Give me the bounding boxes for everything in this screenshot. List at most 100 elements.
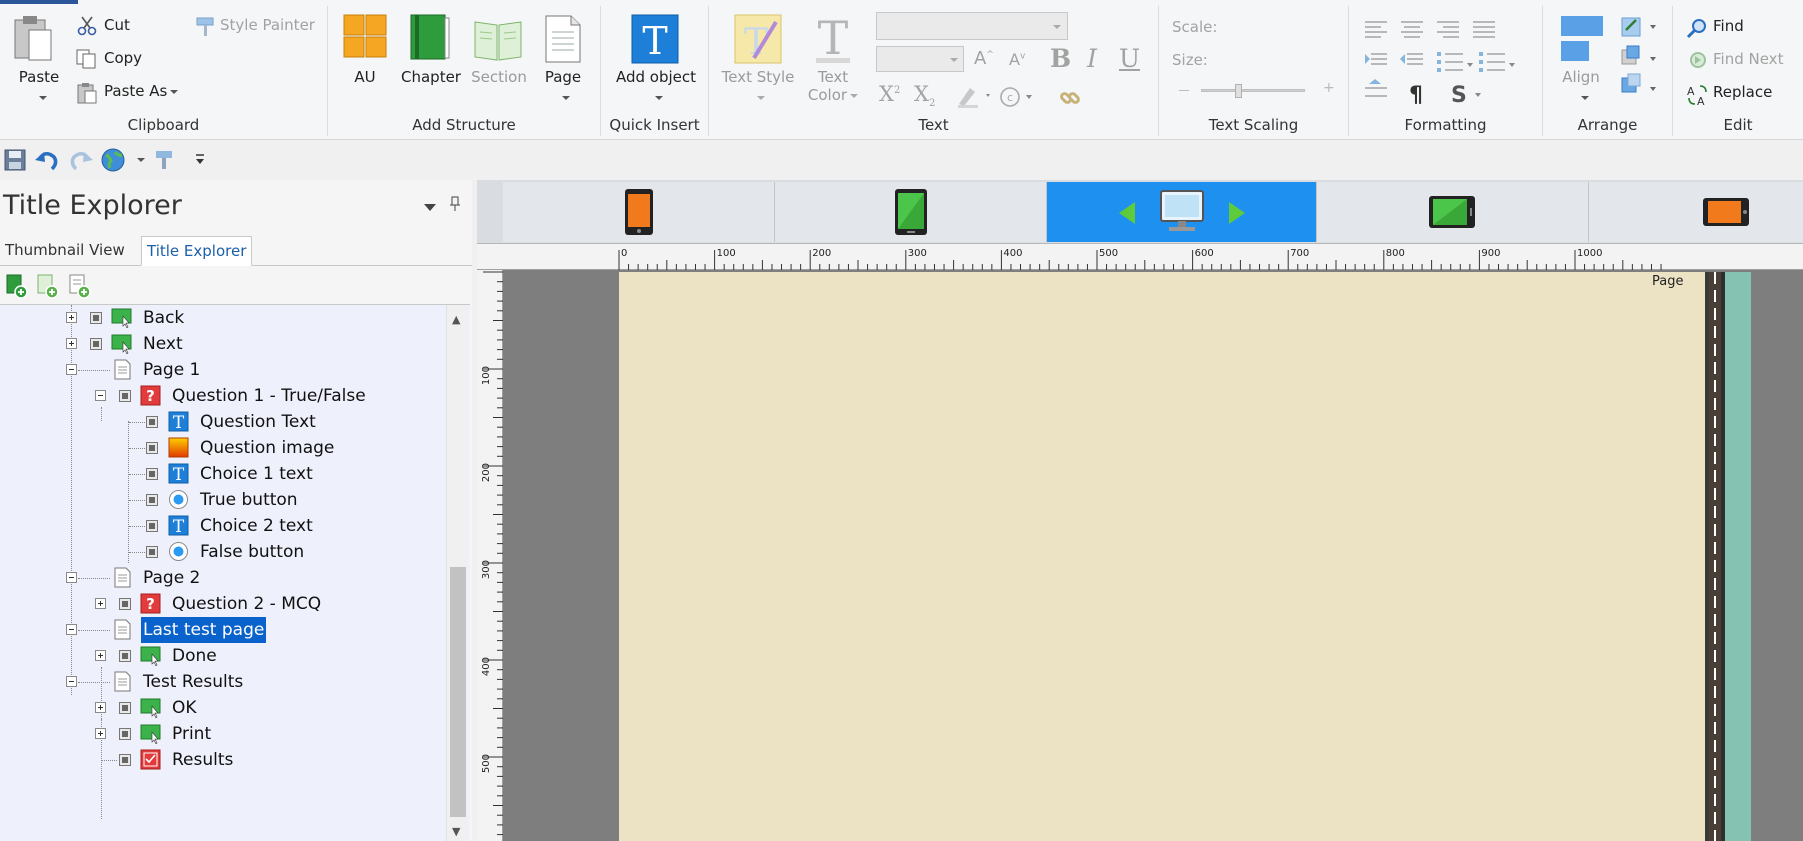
- find-next-icon[interactable]: [1686, 50, 1708, 76]
- tree-node-page-1[interactable]: Page 1: [0, 357, 446, 383]
- visibility-toggle[interactable]: [146, 546, 158, 558]
- add-child-page-icon[interactable]: [68, 273, 92, 303]
- visibility-toggle[interactable]: [119, 390, 131, 402]
- collapse-icon[interactable]: [95, 390, 106, 401]
- collapse-icon[interactable]: [66, 624, 77, 635]
- globe-caret-icon[interactable]: [137, 158, 145, 162]
- paste-button[interactable]: Paste: [14, 68, 64, 86]
- tab-thumbnail-view[interactable]: Thumbnail View: [0, 236, 130, 266]
- font-size-select[interactable]: [876, 46, 964, 72]
- tree-node-print[interactable]: Print: [0, 721, 446, 747]
- globe-icon[interactable]: [100, 147, 126, 177]
- tree-node-test-results[interactable]: Test Results: [0, 669, 446, 695]
- tree-node-false-button[interactable]: False button: [0, 539, 446, 565]
- text-scale-slider[interactable]: +: [1179, 80, 1335, 98]
- subscript-button[interactable]: X2: [914, 82, 935, 109]
- bold-button[interactable]: B: [1050, 44, 1071, 73]
- page-canvas[interactable]: [619, 272, 1707, 841]
- expand-icon[interactable]: [66, 312, 77, 323]
- replace-icon[interactable]: AA: [1686, 83, 1710, 111]
- expand-icon[interactable]: [95, 598, 106, 609]
- text-style-icon[interactable]: T: [734, 14, 782, 68]
- slider-plus-icon[interactable]: +: [1323, 80, 1335, 96]
- page-button[interactable]: Page: [534, 68, 592, 86]
- add-object-button[interactable]: Add object: [611, 68, 701, 86]
- save-icon[interactable]: [4, 149, 26, 175]
- visibility-toggle[interactable]: [119, 702, 131, 714]
- tree-node-page-2[interactable]: Page 2: [0, 565, 446, 591]
- add-object-caret-icon[interactable]: [655, 96, 663, 100]
- visibility-toggle[interactable]: [90, 312, 102, 324]
- expand-icon[interactable]: [95, 728, 106, 739]
- tree-node-last-test-page[interactable]: Last test page: [0, 617, 446, 643]
- shrink-font-button[interactable]: Av: [1009, 50, 1025, 69]
- copyright-icon[interactable]: c: [1000, 86, 1036, 112]
- underline-button[interactable]: U: [1119, 44, 1140, 73]
- paste-as-button[interactable]: Paste As: [104, 82, 179, 100]
- find-button[interactable]: Find: [1713, 17, 1744, 35]
- tab-title-explorer[interactable]: Title Explorer: [141, 236, 253, 266]
- visibility-toggle[interactable]: [146, 442, 158, 454]
- text-color-button[interactable]: Text Color: [807, 68, 859, 104]
- paste-caret-icon[interactable]: [39, 96, 47, 100]
- tree-node-question-1[interactable]: ? Question 1 - True/False: [0, 383, 446, 409]
- vertical-ruler[interactable]: 100 200 300 400 500: [477, 270, 503, 841]
- visibility-toggle[interactable]: [119, 754, 131, 766]
- grow-font-button[interactable]: A^: [974, 48, 994, 69]
- cut-button[interactable]: Cut: [104, 16, 130, 34]
- tree-scrollbar[interactable]: ▲ ▼: [446, 305, 468, 841]
- scroll-thumb[interactable]: [450, 567, 466, 817]
- scroll-down-icon[interactable]: ▼: [452, 825, 460, 838]
- file-tab-edge[interactable]: [0, 0, 78, 4]
- collapse-icon[interactable]: [66, 676, 77, 687]
- add-section-icon[interactable]: [36, 273, 60, 303]
- style-painter-button[interactable]: Style Painter: [220, 16, 315, 34]
- device-phone-portrait[interactable]: [503, 182, 775, 242]
- visibility-toggle[interactable]: [146, 494, 158, 506]
- style-painter-icon[interactable]: [195, 16, 215, 42]
- visibility-toggle[interactable]: [146, 520, 158, 532]
- collapse-icon[interactable]: [66, 572, 77, 583]
- tree-node-choice-2-text[interactable]: T Choice 2 text: [0, 513, 446, 539]
- chapter-button[interactable]: Chapter: [400, 68, 462, 86]
- text-style-caret-icon[interactable]: [757, 96, 765, 100]
- visibility-toggle[interactable]: [119, 650, 131, 662]
- visibility-toggle[interactable]: [90, 338, 102, 350]
- copy-icon[interactable]: [76, 49, 98, 73]
- style-painter-qat-icon[interactable]: [154, 149, 174, 175]
- section-icon[interactable]: [472, 16, 524, 66]
- au-icon[interactable]: [343, 14, 387, 64]
- text-style-button[interactable]: Text Style: [717, 68, 799, 86]
- formatting-icons[interactable]: ¶ S: [1363, 18, 1543, 110]
- expand-icon[interactable]: [66, 338, 77, 349]
- customize-qat-icon[interactable]: [194, 153, 206, 171]
- au-button[interactable]: AU: [336, 68, 394, 86]
- visibility-toggle[interactable]: [146, 416, 158, 428]
- align-button[interactable]: Align: [1551, 68, 1611, 86]
- scroll-up-icon[interactable]: ▲: [452, 313, 460, 326]
- paste-as-icon[interactable]: [76, 82, 98, 108]
- paste-icon[interactable]: [12, 14, 54, 68]
- undo-icon[interactable]: [34, 148, 60, 176]
- tree-node-back[interactable]: Back: [0, 305, 446, 331]
- device-tablet-landscape[interactable]: [1317, 182, 1589, 242]
- expand-icon[interactable]: [95, 650, 106, 661]
- device-desktop[interactable]: [1047, 182, 1317, 242]
- find-next-button[interactable]: Find Next: [1713, 50, 1783, 68]
- section-button[interactable]: Section: [468, 68, 530, 86]
- tree-node-question-2[interactable]: ? Question 2 - MCQ: [0, 591, 446, 617]
- superscript-button[interactable]: X2: [879, 82, 900, 106]
- text-color-icon[interactable]: T: [812, 11, 854, 68]
- cut-icon[interactable]: [77, 16, 97, 40]
- italic-button[interactable]: I: [1087, 44, 1097, 73]
- pin-icon[interactable]: [449, 196, 461, 216]
- find-icon[interactable]: [1686, 17, 1708, 43]
- tree-node-question-image[interactable]: Question image: [0, 435, 446, 461]
- tree-node-question-text[interactable]: T Question Text: [0, 409, 446, 435]
- bring-forward-icon[interactable]: [1620, 16, 1660, 100]
- tree-node-true-button[interactable]: True button: [0, 487, 446, 513]
- align-icon[interactable]: [1560, 14, 1604, 68]
- font-family-select[interactable]: [876, 12, 1068, 40]
- device-tablet-portrait[interactable]: [775, 182, 1047, 242]
- tree-node-ok[interactable]: OK: [0, 695, 446, 721]
